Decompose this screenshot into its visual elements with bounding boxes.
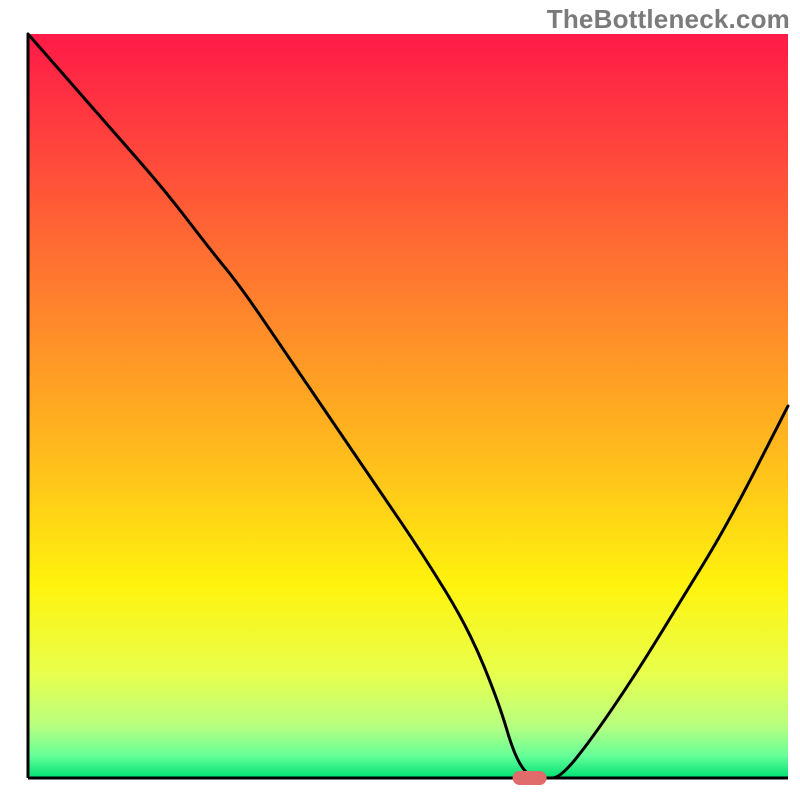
bottleneck-chart: TheBottleneck.com (0, 0, 800, 800)
watermark-text: TheBottleneck.com (547, 4, 790, 35)
plot-svg (0, 0, 800, 800)
plot-background (28, 34, 788, 778)
optimal-marker (513, 771, 547, 785)
